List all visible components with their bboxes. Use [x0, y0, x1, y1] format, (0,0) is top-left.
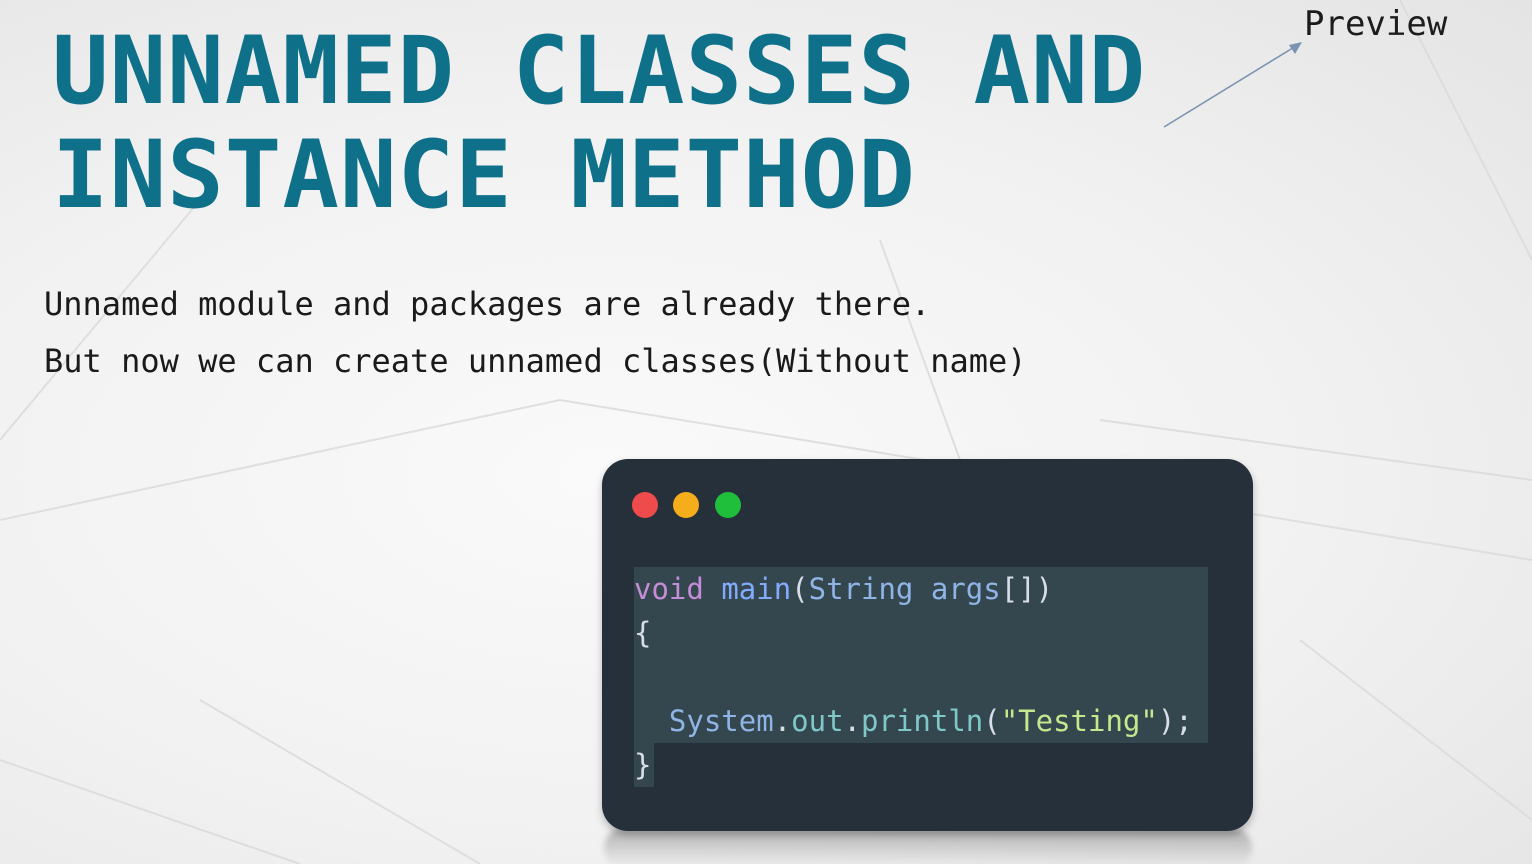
minimize-dot-icon — [673, 492, 699, 518]
code-line-5: } — [634, 743, 654, 787]
code-punctuation: . — [843, 704, 862, 738]
slide-title: UNNAMED CLASSES AND INSTANCE METHOD — [52, 20, 1146, 228]
code-punctuation: ); — [1157, 704, 1193, 738]
code-line-3 — [634, 655, 1208, 699]
code-punctuation: { — [634, 616, 652, 650]
close-dot-icon — [632, 492, 658, 518]
code-punctuation: ( — [791, 572, 809, 606]
code-punctuation: ( — [983, 704, 1001, 738]
slide-body: Unnamed module and packages are already … — [44, 276, 1027, 390]
preview-label: Preview — [1304, 4, 1448, 44]
code-punctuation: } — [634, 748, 652, 782]
code-keyword: void — [634, 572, 704, 606]
code-line-1: void main(String args[]) — [634, 567, 1208, 611]
code-parameter: args — [930, 572, 1001, 606]
title-line-2: INSTANCE METHOD — [52, 121, 916, 230]
code-string: "Testing" — [1000, 704, 1158, 738]
code-type: String — [808, 572, 914, 606]
code-method: println — [861, 704, 984, 738]
code-block: void main(String args[]) { System.out.pr… — [634, 567, 1208, 787]
code-object: System — [668, 704, 774, 738]
maximize-dot-icon — [715, 492, 741, 518]
code-line-2: { — [634, 611, 1208, 655]
code-line-4: System.out.println("Testing"); — [634, 699, 1208, 743]
body-line-2: But now we can create unnamed classes(Wi… — [44, 342, 1027, 380]
code-punctuation: . — [773, 704, 792, 738]
code-property: out — [791, 704, 844, 738]
body-line-1: Unnamed module and packages are already … — [44, 285, 931, 323]
preview-arrow-icon — [1163, 42, 1302, 128]
code-window: void main(String args[]) { System.out.pr… — [602, 459, 1253, 831]
code-function: main — [721, 572, 792, 606]
code-window-reflection — [604, 828, 1252, 864]
title-line-1: UNNAMED CLASSES AND — [52, 17, 1147, 126]
code-punctuation: []) — [1000, 572, 1054, 606]
